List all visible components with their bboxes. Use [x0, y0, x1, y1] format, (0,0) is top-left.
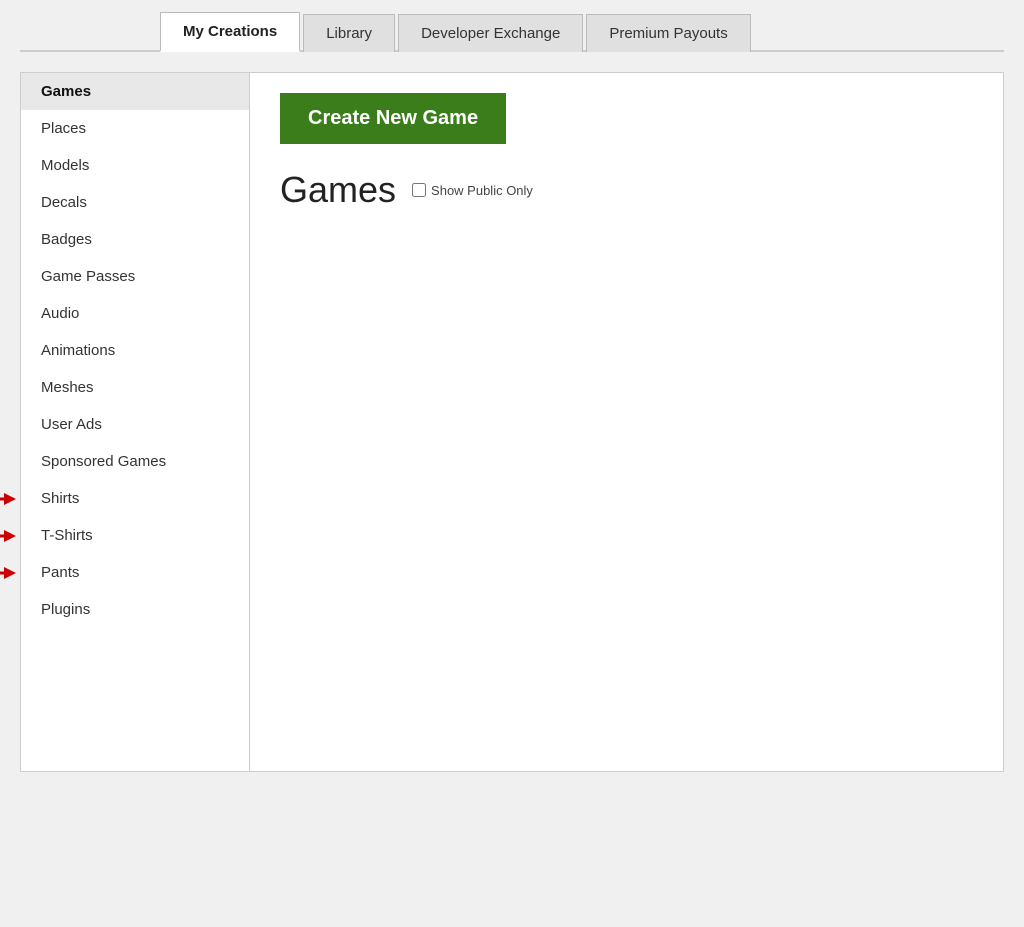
content-panel: Create New Game Games Show Public Only	[250, 72, 1004, 772]
tab-developer-exchange[interactable]: Developer Exchange	[398, 14, 583, 52]
arrow-icon-shirts	[0, 489, 16, 509]
sidebar: GamesPlacesModelsDecalsBadgesGame Passes…	[20, 72, 250, 772]
sidebar-item-badges[interactable]: Badges	[21, 221, 249, 258]
tab-my-creations[interactable]: My Creations	[160, 12, 300, 52]
tabs-bar: My Creations Library Developer Exchange …	[20, 10, 1004, 52]
show-public-only-text: Show Public Only	[431, 183, 533, 198]
main-content: GamesPlacesModelsDecalsBadgesGame Passes…	[20, 72, 1004, 772]
tab-premium-payouts[interactable]: Premium Payouts	[586, 14, 750, 52]
sidebar-item-pants[interactable]: Pants	[21, 554, 249, 591]
section-title: Games	[280, 169, 396, 211]
sidebar-item-user-ads[interactable]: User Ads	[21, 406, 249, 443]
tab-library[interactable]: Library	[303, 14, 395, 52]
show-public-only-label[interactable]: Show Public Only	[412, 183, 533, 198]
sidebar-item-audio[interactable]: Audio	[21, 295, 249, 332]
sidebar-item-models[interactable]: Models	[21, 147, 249, 184]
arrow-icon-t-shirts	[0, 526, 16, 546]
sidebar-item-label: Shirts	[41, 490, 79, 507]
sidebar-item-decals[interactable]: Decals	[21, 184, 249, 221]
sidebar-item-meshes[interactable]: Meshes	[21, 369, 249, 406]
sidebar-item-plugins[interactable]: Plugins	[21, 591, 249, 628]
sidebar-item-label: T-Shirts	[41, 527, 93, 544]
sidebar-item-animations[interactable]: Animations	[21, 332, 249, 369]
sidebar-item-games[interactable]: Games	[21, 73, 249, 110]
section-title-row: Games Show Public Only	[280, 169, 973, 211]
page-container: My Creations Library Developer Exchange …	[0, 0, 1024, 927]
sidebar-item-sponsored-games[interactable]: Sponsored Games	[21, 443, 249, 480]
sidebar-item-places[interactable]: Places	[21, 110, 249, 147]
arrow-icon-pants	[0, 563, 16, 583]
sidebar-item-label: Pants	[41, 564, 79, 581]
sidebar-item-t-shirts[interactable]: T-Shirts	[21, 517, 249, 554]
show-public-only-checkbox[interactable]	[412, 183, 426, 197]
sidebar-item-shirts[interactable]: Shirts	[21, 480, 249, 517]
sidebar-item-game-passes[interactable]: Game Passes	[21, 258, 249, 295]
create-new-game-button[interactable]: Create New Game	[280, 93, 506, 144]
